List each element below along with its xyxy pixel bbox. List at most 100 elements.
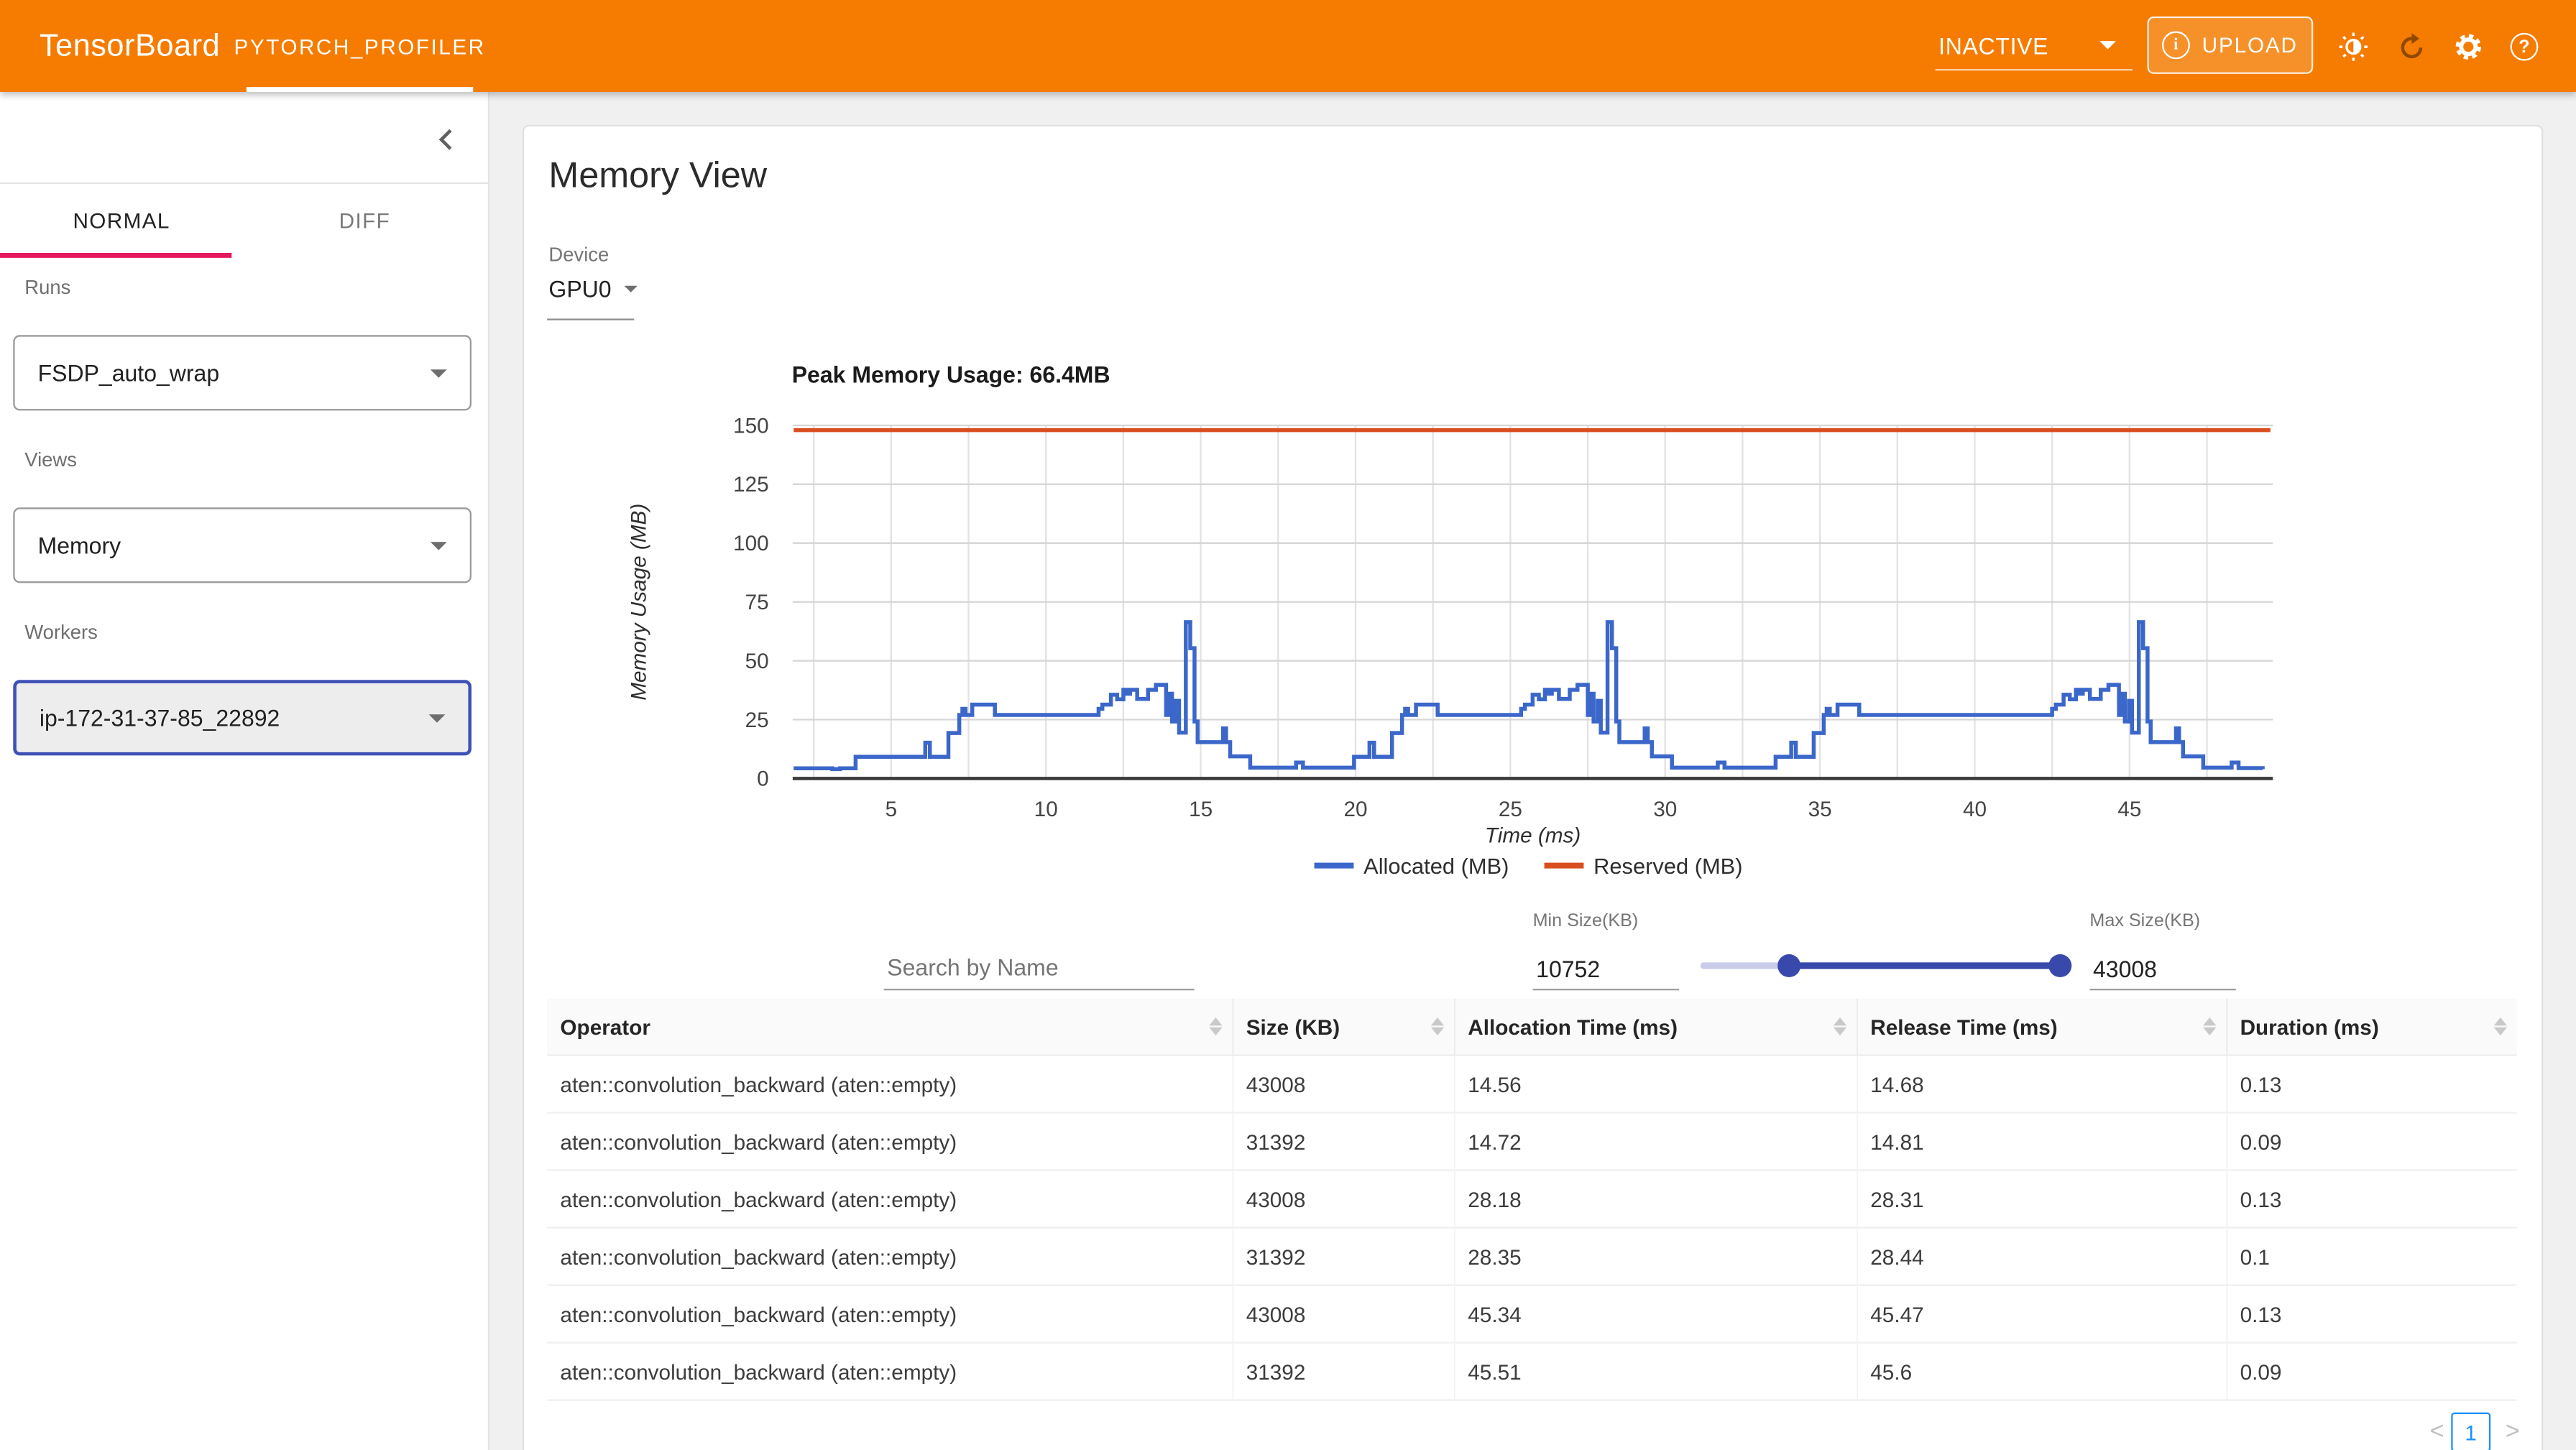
x-axis-title: Time (ms) xyxy=(1485,824,1581,848)
table-cell: 0.13 xyxy=(2226,1056,2517,1113)
table-cell: 45.47 xyxy=(1857,1285,2226,1343)
table-cell: 28.18 xyxy=(1454,1170,1857,1228)
upload-button-label: UPLOAD xyxy=(2202,33,2298,57)
x-tick-label: 15 xyxy=(1189,798,1213,821)
run-status-select[interactable]: INACTIVE xyxy=(1938,33,2048,60)
table-cell: 0.13 xyxy=(2226,1170,2517,1228)
x-tick-label: 45 xyxy=(2117,798,2141,821)
table-cell: 43008 xyxy=(1232,1285,1454,1343)
sidebar: NORMAL DIFF Runs FSDP_auto_wrap Views Me… xyxy=(0,92,489,1450)
pagination-prev-icon[interactable]: < xyxy=(2430,1413,2444,1450)
table-cell: 0.1 xyxy=(2226,1228,2517,1285)
theme-toggle-icon[interactable] xyxy=(2338,31,2369,70)
table-row: aten::convolution_backward (aten::empty)… xyxy=(547,1170,2517,1228)
tensorboard-logo: TensorBoard xyxy=(40,29,220,65)
table-cell: 45.34 xyxy=(1454,1285,1857,1343)
table-cell: 45.51 xyxy=(1454,1343,1857,1400)
table-cell: 28.44 xyxy=(1857,1228,2226,1285)
column-header-4: Duration (ms) xyxy=(2226,999,2517,1056)
views-select[interactable]: Memory xyxy=(13,507,472,583)
x-tick-label: 20 xyxy=(1343,798,1367,821)
column-header-label: Allocation Time (ms) xyxy=(1468,1014,1678,1038)
tab-normal[interactable]: NORMAL xyxy=(0,184,243,258)
x-tick-label: 5 xyxy=(886,798,898,821)
legend-reserved-label: Reserved (MB) xyxy=(1593,854,1742,879)
size-slider-min-handle[interactable] xyxy=(1777,954,1800,977)
search-input[interactable] xyxy=(884,944,1195,990)
x-tick-label: 30 xyxy=(1653,798,1677,821)
pagination-page-1[interactable]: 1 xyxy=(2451,1413,2490,1450)
min-size-label: Min Size(KB) xyxy=(1533,912,1639,931)
collapse-sidebar-icon[interactable] xyxy=(432,125,461,163)
table-row: aten::convolution_backward (aten::empty)… xyxy=(547,1285,2517,1343)
y-tick-label: 100 xyxy=(733,532,769,555)
runs-select-value: FSDP_auto_wrap xyxy=(38,360,220,387)
column-header-label: Operator xyxy=(560,1014,650,1038)
table-cell: 14.56 xyxy=(1454,1056,1857,1113)
column-header-1: Size (KB) xyxy=(1232,999,1454,1056)
max-size-label: Max Size(KB) xyxy=(2089,912,2200,931)
table-cell: 14.72 xyxy=(1454,1113,1857,1170)
runs-select[interactable]: FSDP_auto_wrap xyxy=(13,335,472,410)
operator-table: Operator Size (KB) Allocation Time (ms) Rel… xyxy=(547,999,2517,1401)
legend-allocated-label: Allocated (MB) xyxy=(1363,854,1509,879)
views-label: Views xyxy=(24,448,77,471)
chevron-down-icon[interactable] xyxy=(2099,41,2116,49)
workers-label: Workers xyxy=(24,621,98,644)
tab-pytorch-profiler[interactable]: PYTORCH_PROFILER xyxy=(247,0,473,92)
sort-icon[interactable] xyxy=(1430,1017,1443,1035)
help-icon[interactable]: ? xyxy=(2511,33,2539,61)
table-cell: 43008 xyxy=(1232,1170,1454,1228)
chevron-down-icon xyxy=(431,541,447,549)
active-tab-indicator xyxy=(247,87,473,92)
y-axis-title: Memory Usage (MB) xyxy=(627,504,650,701)
settings-gear-icon[interactable] xyxy=(2453,31,2484,70)
run-status-underline xyxy=(1936,69,2133,70)
tensorboard-app: TensorBoard PYTORCH_PROFILER INACTIVE i … xyxy=(0,0,2576,1450)
y-tick-label: 50 xyxy=(745,650,769,673)
y-tick-label: 150 xyxy=(733,414,769,438)
max-size-input[interactable] xyxy=(2089,948,2235,990)
refresh-icon[interactable] xyxy=(2397,33,2426,71)
column-header-label: Size (KB) xyxy=(1246,1014,1340,1038)
sort-icon[interactable] xyxy=(1208,1017,1221,1035)
x-tick-label: 35 xyxy=(1808,798,1832,821)
table-cell: 14.68 xyxy=(1857,1056,2226,1113)
x-tick-label: 10 xyxy=(1034,798,1058,821)
table-header-row: Operator Size (KB) Allocation Time (ms) Rel… xyxy=(547,999,2517,1056)
x-tick-label: 25 xyxy=(1499,798,1522,821)
table-cell: aten::convolution_backward (aten::empty) xyxy=(547,1170,1232,1228)
workers-select[interactable]: ip-172-31-37-85_22892 xyxy=(13,680,472,755)
column-header-label: Release Time (ms) xyxy=(1870,1014,2057,1038)
column-header-3: Release Time (ms) xyxy=(1857,999,2226,1056)
views-select-value: Memory xyxy=(38,532,121,559)
upload-button[interactable]: i UPLOAD xyxy=(2147,17,2313,74)
sort-icon[interactable] xyxy=(1833,1017,1846,1035)
y-tick-label: 0 xyxy=(757,767,769,791)
size-slider-range[interactable] xyxy=(1789,962,2060,969)
table-row: aten::convolution_backward (aten::empty)… xyxy=(547,1113,2517,1170)
table-cell: aten::convolution_backward (aten::empty) xyxy=(547,1056,1232,1113)
series-allocated-line xyxy=(794,622,2263,770)
table-cell: 31392 xyxy=(1232,1228,1454,1285)
chevron-down-icon xyxy=(431,369,447,377)
tab-diff[interactable]: DIFF xyxy=(243,184,486,258)
table-row: aten::convolution_backward (aten::empty)… xyxy=(547,1228,2517,1285)
table-cell: 31392 xyxy=(1232,1343,1454,1400)
table-cell: 45.6 xyxy=(1857,1343,2226,1400)
table-cell: 0.13 xyxy=(2226,1285,2517,1343)
y-tick-label: 125 xyxy=(733,473,769,497)
table-row: aten::convolution_backward (aten::empty)… xyxy=(547,1343,2517,1400)
sort-icon[interactable] xyxy=(2202,1017,2215,1035)
table-cell: 31392 xyxy=(1232,1113,1454,1170)
sort-icon[interactable] xyxy=(2494,1017,2507,1035)
table-cell: 14.81 xyxy=(1857,1113,2226,1170)
table-row: aten::convolution_backward (aten::empty)… xyxy=(547,1056,2517,1113)
min-size-input[interactable] xyxy=(1533,948,1679,990)
runs-label: Runs xyxy=(24,276,70,299)
size-slider-max-handle[interactable] xyxy=(2048,954,2071,977)
x-tick-label: 40 xyxy=(1963,798,1987,821)
table-cell: 28.31 xyxy=(1857,1170,2226,1228)
pagination-next-icon[interactable]: > xyxy=(2506,1413,2520,1450)
y-tick-label: 25 xyxy=(745,708,769,732)
